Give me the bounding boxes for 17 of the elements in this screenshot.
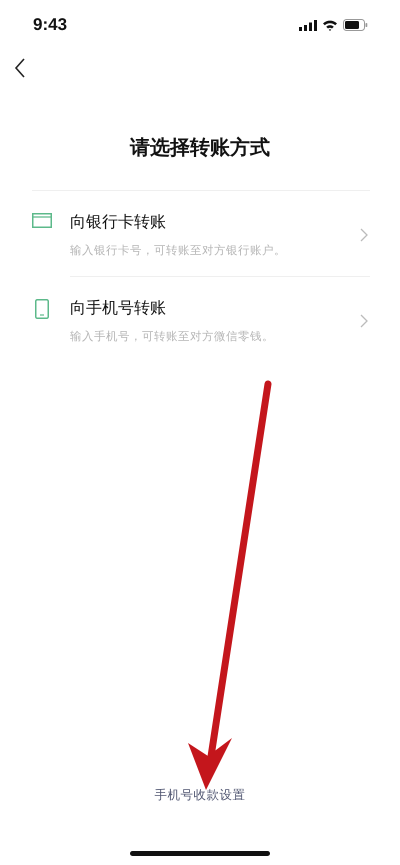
battery-icon: [343, 19, 368, 31]
status-time: 9:43: [33, 15, 68, 35]
option-title: 向手机号转账: [70, 297, 167, 319]
option-title: 向银行卡转账: [70, 211, 167, 233]
transfer-option[interactable]: 向手机号转账 输入手机号，可转账至对方微信零钱。: [70, 276, 370, 362]
option-description: 输入手机号，可转账至对方微信零钱。: [70, 328, 275, 344]
chevron-icon: [360, 228, 368, 242]
signal-icon: [299, 20, 317, 30]
phone-icon: [35, 299, 49, 319]
wifi-icon: [322, 19, 338, 31]
transfer-option[interactable]: 向银行卡转账 输入银行卡号，可转账至对方银行账户。: [32, 191, 370, 276]
page-title: 请选择转账方式: [128, 134, 271, 160]
option-description: 输入银行卡号，可转账至对方银行账户。: [70, 242, 287, 258]
card-icon: [32, 213, 52, 228]
settings-link[interactable]: 手机号收款设置: [154, 787, 246, 802]
back-icon[interactable]: [14, 58, 26, 78]
chevron-icon: [360, 314, 368, 328]
